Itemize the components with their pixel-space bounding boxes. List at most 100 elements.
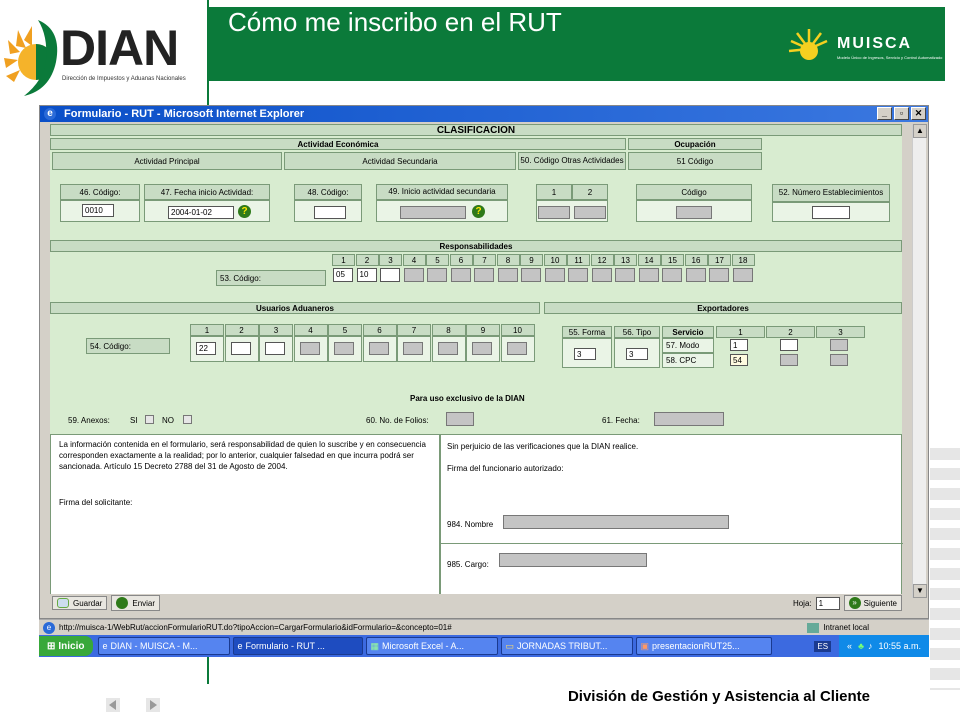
previous-slide-icon[interactable] (106, 698, 120, 712)
speaker-icon[interactable]: ♪ (868, 641, 873, 651)
resp-input[interactable] (615, 268, 635, 282)
aduanero-input[interactable] (230, 342, 251, 355)
resp-input[interactable] (732, 268, 753, 282)
resp-input[interactable] (662, 268, 682, 282)
no-label: NO (162, 416, 174, 425)
aduanero-input[interactable] (506, 342, 527, 355)
si-label: SI (130, 416, 138, 425)
next-icon: » (848, 597, 861, 609)
resp-input[interactable] (568, 268, 588, 282)
resp-col-header: 13 (614, 254, 637, 266)
f61-input[interactable] (654, 412, 724, 426)
task-dian[interactable]: e DIAN - MUISCA - M... (97, 637, 230, 655)
aduanero-input[interactable]: 22 (196, 342, 216, 355)
aduanero-input[interactable] (403, 342, 423, 355)
resp-input[interactable] (380, 268, 400, 282)
f58-input-1[interactable]: 54 (730, 354, 748, 366)
f49-input[interactable] (400, 206, 466, 219)
resp-input[interactable] (474, 268, 494, 282)
si-checkbox[interactable] (145, 415, 154, 424)
aduanero-input[interactable] (472, 342, 492, 355)
start-button[interactable]: ⊞ Inicio (39, 636, 93, 656)
task-formulario[interactable]: e Formulario - RUT ... (232, 637, 363, 655)
tray-icon[interactable]: ♣ (858, 641, 864, 651)
chevron-left-icon[interactable]: « (847, 641, 852, 651)
f51-input[interactable] (676, 206, 712, 219)
f58-input-2[interactable] (780, 354, 798, 366)
codigo-otras-header: 50. Código Otras Actividades (518, 152, 626, 170)
resp-input[interactable] (403, 268, 424, 282)
vertical-scrollbar[interactable]: ▲ ▼ (912, 124, 927, 598)
f58-label: 58. CPC (662, 353, 714, 368)
f50-input-1[interactable] (538, 206, 570, 219)
resp-input[interactable] (427, 268, 447, 282)
next-slide-icon[interactable] (146, 698, 160, 712)
send-icon (116, 597, 129, 609)
f48-input[interactable] (314, 206, 346, 219)
actividad-secundaria-header: Actividad Secundaria (284, 152, 516, 170)
guardar-button[interactable]: Guardar (52, 596, 108, 610)
scroll-down-icon[interactable]: ▼ (913, 584, 927, 598)
help-icon[interactable]: ? (238, 205, 251, 218)
enviar-label: Enviar (132, 598, 156, 608)
resp-input[interactable] (709, 268, 729, 282)
resp-col-header: 14 (637, 254, 661, 266)
f47-input[interactable]: 2004-01-02 (168, 206, 234, 219)
f50-input-2[interactable] (574, 206, 606, 219)
help-icon[interactable]: ? (472, 205, 485, 218)
f984-input[interactable] (503, 515, 729, 529)
f56-input[interactable]: 3 (626, 348, 648, 360)
no-checkbox[interactable] (183, 415, 192, 424)
f55-input[interactable]: 3 (574, 348, 596, 360)
resp-input[interactable] (685, 268, 706, 282)
aduanero-col-header: 9 (466, 324, 500, 336)
resp-col-header: 8 (496, 254, 520, 266)
siguiente-label: Siguiente (863, 598, 897, 608)
resp-input[interactable] (638, 268, 659, 282)
enviar-button[interactable]: Enviar (111, 595, 161, 611)
close-button[interactable]: ✕ (911, 107, 926, 120)
aduanero-input[interactable] (334, 342, 354, 355)
f58-input-3[interactable] (830, 354, 848, 366)
browser-window: e Formulario - RUT - Microsoft Internet … (39, 105, 929, 619)
f46-input[interactable]: 0010 (82, 204, 114, 217)
task-jornadas[interactable]: ▭ JORNADAS TRIBUT... (500, 637, 633, 655)
f52-input[interactable] (812, 206, 850, 219)
resp-input[interactable] (544, 268, 565, 282)
task-excel[interactable]: ▦ Microsoft Excel - A... (365, 637, 498, 655)
aduanero-input[interactable] (265, 342, 285, 355)
f60-input[interactable] (446, 412, 474, 426)
resp-input[interactable]: 05 (333, 268, 353, 282)
task-presentacion[interactable]: ▣ presentacionRUT25... (635, 637, 772, 655)
aduanero-input[interactable] (299, 342, 320, 355)
form-toolbar: Guardar Enviar Hoja: 1 » Siguiente (50, 594, 902, 612)
hoja-input[interactable]: 1 (815, 596, 840, 610)
resp-input[interactable] (450, 268, 471, 282)
dian-logo: DIAN Dirección de Impuestos y Aduanas Na… (0, 0, 208, 100)
legal-text: La información contenida en el formulari… (59, 440, 426, 471)
task-label: presentacionRUT25... (652, 641, 740, 651)
scroll-up-icon[interactable]: ▲ (913, 124, 927, 138)
f985-label: 985. Cargo: (447, 560, 489, 569)
f51-label: Código (636, 184, 752, 200)
f57-input-1[interactable]: 1 (730, 339, 748, 351)
f57-input-3[interactable] (830, 339, 848, 351)
resp-input[interactable] (591, 268, 612, 282)
language-indicator[interactable]: ES (814, 640, 832, 652)
f47-label: 47. Fecha inicio Actividad: (144, 184, 270, 200)
aduanero-col-header: 7 (397, 324, 431, 336)
muisca-subtitle: Modelo Único de Ingresos, Servicio y Con… (837, 55, 943, 60)
task-label: DIAN - MUISCA - M... (110, 641, 198, 651)
restore-button[interactable]: ▫ (894, 107, 909, 120)
aduanero-input[interactable] (368, 342, 389, 355)
siguiente-button[interactable]: » Siguiente (843, 595, 902, 611)
resp-input[interactable] (521, 268, 541, 282)
f985-input[interactable] (499, 553, 647, 567)
actividad-economica-header: Actividad Económica (50, 138, 626, 150)
f57-input-2[interactable] (780, 339, 798, 351)
resp-input[interactable]: 10 (356, 268, 377, 282)
resp-input[interactable] (497, 268, 518, 282)
minimize-button[interactable]: _ (877, 107, 892, 120)
aduanero-input[interactable] (437, 342, 458, 355)
window-title: Formulario - RUT - Microsoft Internet Ex… (64, 108, 305, 120)
